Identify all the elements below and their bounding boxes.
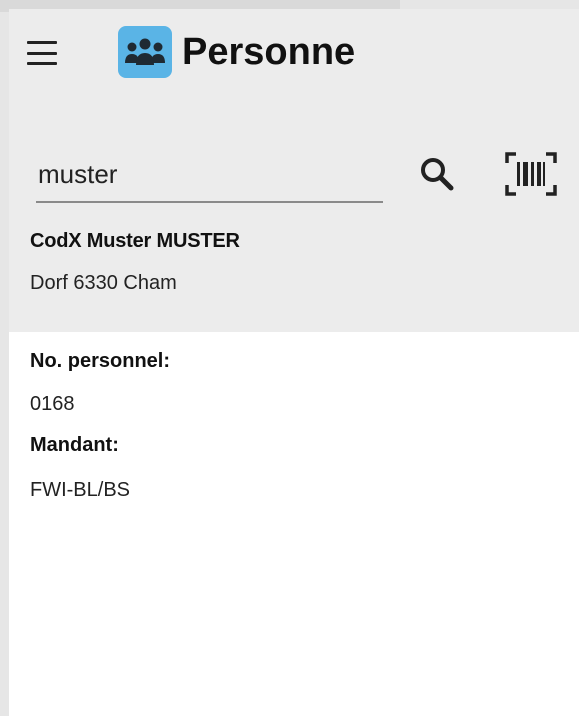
personnel-number-value: 0168	[30, 393, 75, 415]
header-panel: Personne C	[9, 9, 579, 332]
personnel-number-label: No. personnel:	[30, 350, 171, 372]
search-field[interactable]	[36, 149, 383, 203]
result-name[interactable]: CodX Muster MUSTER	[30, 230, 240, 253]
page-title: Personne	[182, 31, 356, 73]
result-address: Dorf 6330 Cham	[30, 272, 177, 294]
app-screen: Personne C	[9, 9, 579, 716]
hamburger-menu-icon[interactable]	[27, 41, 59, 65]
mandant-label: Mandant:	[30, 434, 119, 456]
mandant-value: FWI-BL/BS	[30, 479, 131, 501]
barcode-scan-icon[interactable]	[505, 151, 557, 197]
search-input[interactable]	[36, 153, 380, 195]
people-group-icon	[118, 26, 172, 78]
search-icon[interactable]	[417, 154, 457, 194]
